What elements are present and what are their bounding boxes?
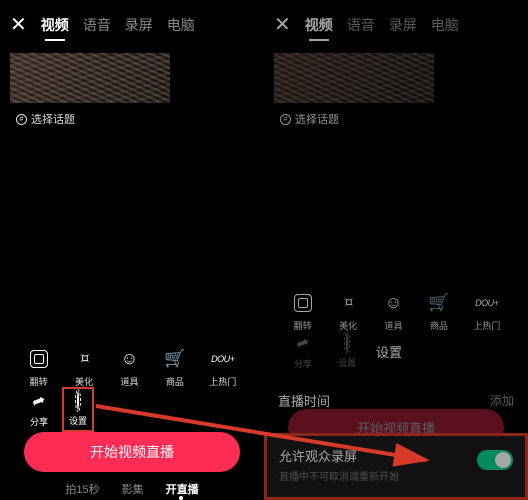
gear-icon: [346, 334, 348, 352]
tab-voice[interactable]: 语音: [347, 15, 375, 35]
allow-record-toggle[interactable]: [477, 450, 513, 470]
cart-icon: 🛒: [164, 348, 186, 370]
tool-row: 翻转 ✧美化 ☺道具 🛒商品 DOU+上热门: [264, 292, 528, 332]
wand-icon: ✧: [73, 348, 95, 370]
choose-topic[interactable]: # 选择话题: [280, 111, 528, 127]
settings-button[interactable]: 设置: [62, 387, 94, 432]
time-label: 直播时间: [278, 391, 330, 410]
preview-thumbnail[interactable]: [274, 53, 434, 103]
share-button[interactable]: ➦分享: [24, 387, 54, 432]
tab-voice[interactable]: 语音: [83, 15, 111, 35]
secondary-row-r: ➦分享 设置 设置: [264, 329, 402, 374]
start-live-button[interactable]: 开始视频直播: [24, 432, 240, 472]
tool-props[interactable]: ☺道具: [382, 292, 404, 332]
preview-thumbnail[interactable]: [10, 53, 170, 103]
bottom-tabs: 拍15秒 影集 开直播: [0, 481, 264, 497]
broadcast-time-row[interactable]: 直播时间 添加: [264, 391, 528, 410]
panel-subtitle: 直播中不可取消或重新开始: [279, 468, 513, 483]
tab-record[interactable]: 录屏: [125, 15, 153, 35]
tool-goods[interactable]: 🛒商品: [164, 348, 186, 388]
share-icon: ➦: [29, 389, 48, 412]
btab-shoot[interactable]: 拍15秒: [65, 481, 99, 497]
tool-hot[interactable]: DOU+上热门: [209, 348, 236, 388]
topic-label: 选择话题: [295, 111, 339, 127]
tab-video[interactable]: 视频: [305, 15, 333, 35]
tool-flip[interactable]: 翻转: [28, 348, 50, 388]
tool-goods[interactable]: 🛒商品: [428, 292, 450, 332]
tool-props[interactable]: ☺道具: [118, 348, 140, 388]
cart-icon: 🛒: [428, 292, 450, 314]
settings-button-dim[interactable]: 设置: [332, 330, 362, 373]
tool-flip[interactable]: 翻转: [292, 292, 314, 332]
tab-video[interactable]: 视频: [41, 15, 69, 35]
settings-heading: 设置: [376, 342, 402, 361]
topic-icon: #: [16, 114, 27, 125]
close-icon[interactable]: ✕: [274, 12, 291, 37]
gear-icon: [77, 392, 79, 410]
share-button[interactable]: ➦分享: [288, 329, 318, 374]
secondary-row: ➦分享 设置: [0, 387, 94, 432]
tool-beauty[interactable]: ✧美化: [337, 292, 359, 332]
tab-pc[interactable]: 电脑: [431, 15, 459, 35]
tool-row: 翻转 ✧美化 ☺道具 🛒商品 DOU+上热门: [0, 348, 264, 388]
flip-icon: [292, 292, 314, 314]
smile-icon: ☺: [118, 348, 140, 370]
tab-record[interactable]: 录屏: [389, 15, 417, 35]
wand-icon: ✧: [337, 292, 359, 314]
topic-label: 选择话题: [31, 111, 75, 127]
btab-album[interactable]: 影集: [122, 481, 144, 497]
screen-left: ✕ 视频 语音 录屏 电脑 # 选择话题 翻转 ✧美化 ☺道具 🛒商品 DOU+…: [0, 0, 264, 500]
allow-record-panel[interactable]: 允许观众录屏 直播中不可取消或重新开始: [264, 433, 528, 500]
top-tabs: ✕ 视频 语音 录屏 电脑: [0, 0, 264, 49]
dou-icon: DOU+: [476, 292, 498, 314]
flip-icon: [28, 348, 50, 370]
tool-hot[interactable]: DOU+上热门: [473, 292, 500, 332]
add-label[interactable]: 添加: [490, 392, 514, 409]
btab-live[interactable]: 开直播: [166, 481, 199, 497]
choose-topic[interactable]: # 选择话题: [16, 111, 264, 127]
top-tabs-r: ✕ 视频 语音 录屏 电脑: [264, 0, 528, 49]
tool-beauty[interactable]: ✧美化: [73, 348, 95, 388]
share-icon: ➦: [293, 331, 312, 354]
topic-icon: #: [280, 114, 291, 125]
smile-icon: ☺: [382, 292, 404, 314]
screen-right: ✕ 视频 语音 录屏 电脑 # 选择话题 翻转 ✧美化 ☺道具 🛒商品 DOU+…: [264, 0, 528, 500]
close-icon[interactable]: ✕: [10, 12, 27, 37]
tab-pc[interactable]: 电脑: [167, 15, 195, 35]
dou-icon: DOU+: [212, 348, 234, 370]
